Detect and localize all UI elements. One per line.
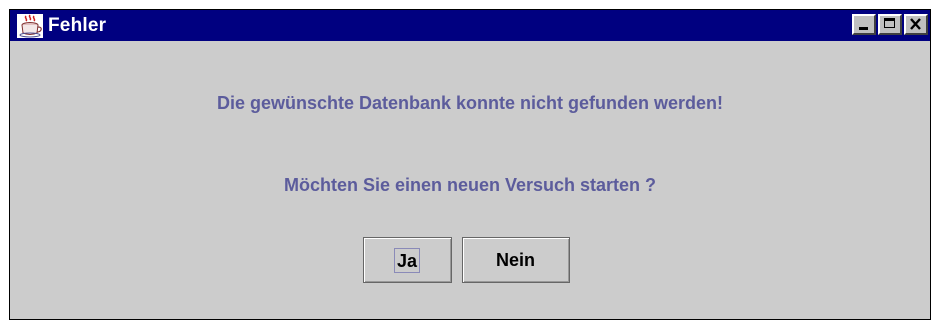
- error-dialog-window: Fehler Die gewünschte Datenbank konnte n…: [9, 9, 931, 320]
- dialog-content: Die gewünschte Datenbank konnte nicht ge…: [10, 41, 930, 319]
- java-coffee-cup-icon: [17, 13, 43, 38]
- no-button[interactable]: Nein: [461, 237, 570, 283]
- minimize-button[interactable]: [852, 14, 876, 35]
- error-message: Die gewünschte Datenbank konnte nicht ge…: [216, 93, 724, 113]
- close-icon: [910, 18, 921, 30]
- button-row: Ja Nein: [10, 237, 930, 283]
- no-button-label: Nein: [495, 249, 535, 270]
- close-button[interactable]: [904, 14, 928, 35]
- yes-button-label: Ja: [393, 247, 421, 273]
- yes-button[interactable]: Ja: [362, 237, 452, 283]
- window-controls: [852, 14, 928, 35]
- title-bar[interactable]: Fehler: [10, 10, 930, 41]
- maximize-icon: [884, 18, 895, 28]
- minimize-icon: [859, 27, 868, 30]
- maximize-button[interactable]: [878, 14, 902, 35]
- window-title: Fehler: [48, 14, 107, 36]
- retry-question: Möchten Sie einen neuen Versuch starten …: [283, 175, 657, 195]
